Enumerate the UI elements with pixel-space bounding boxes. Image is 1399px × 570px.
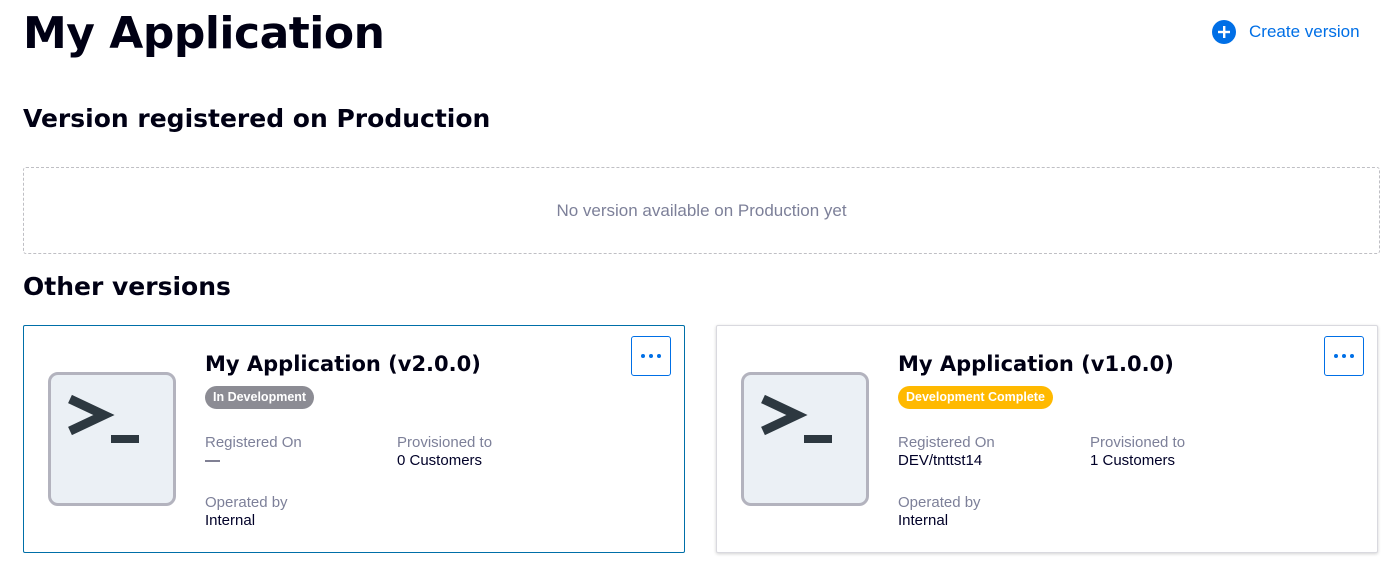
more-horizontal-icon — [1334, 354, 1338, 358]
more-horizontal-icon — [641, 354, 645, 358]
operated-by-label: Operated by — [205, 494, 288, 511]
more-dot — [1342, 354, 1346, 358]
operated-by-value: Internal — [898, 512, 949, 529]
more-options-button[interactable] — [1324, 336, 1364, 376]
more-dot — [649, 354, 653, 358]
version-card-v1[interactable]: My Application (v1.0.0) Development Comp… — [716, 325, 1378, 553]
status-badge: In Development — [205, 386, 315, 409]
card-title: My Application (v1.0.0) — [898, 352, 1174, 376]
provisioned-to-value: 1 Customers — [1090, 452, 1176, 469]
registered-on-label: Registered On — [898, 434, 995, 451]
registered-on-label: Registered On — [205, 434, 302, 451]
production-empty-state: No version available on Production yet — [23, 167, 1380, 254]
provisioned-to-label: Provisioned to — [1090, 434, 1186, 451]
page-title: My Application — [23, 8, 385, 59]
plus-circle-icon — [1212, 20, 1236, 44]
status-badge: Development Complete — [898, 386, 1053, 409]
production-heading: Version registered on Production — [23, 104, 491, 133]
other-versions-heading: Other versions — [23, 272, 231, 301]
terminal-icon — [48, 372, 176, 506]
create-version-label: Create version — [1249, 22, 1360, 41]
provisioned-to-value: 0 Customers — [397, 452, 483, 469]
more-dot — [657, 354, 661, 358]
registered-on-value: DEV/tnttst14 — [898, 452, 983, 469]
more-options-button[interactable] — [631, 336, 671, 376]
provisioned-to-label: Provisioned to — [397, 434, 493, 451]
card-title: My Application (v2.0.0) — [205, 352, 481, 376]
empty-message: No version available on Production yet — [556, 200, 847, 220]
operated-by-value: Internal — [205, 512, 256, 529]
create-version-button[interactable]: Create version — [1212, 20, 1360, 44]
terminal-icon — [741, 372, 869, 506]
registered-on-value: — — [205, 452, 220, 469]
more-dot — [1350, 354, 1354, 358]
operated-by-label: Operated by — [898, 494, 981, 511]
version-card-v2[interactable]: My Application (v2.0.0) In Development R… — [23, 325, 685, 553]
